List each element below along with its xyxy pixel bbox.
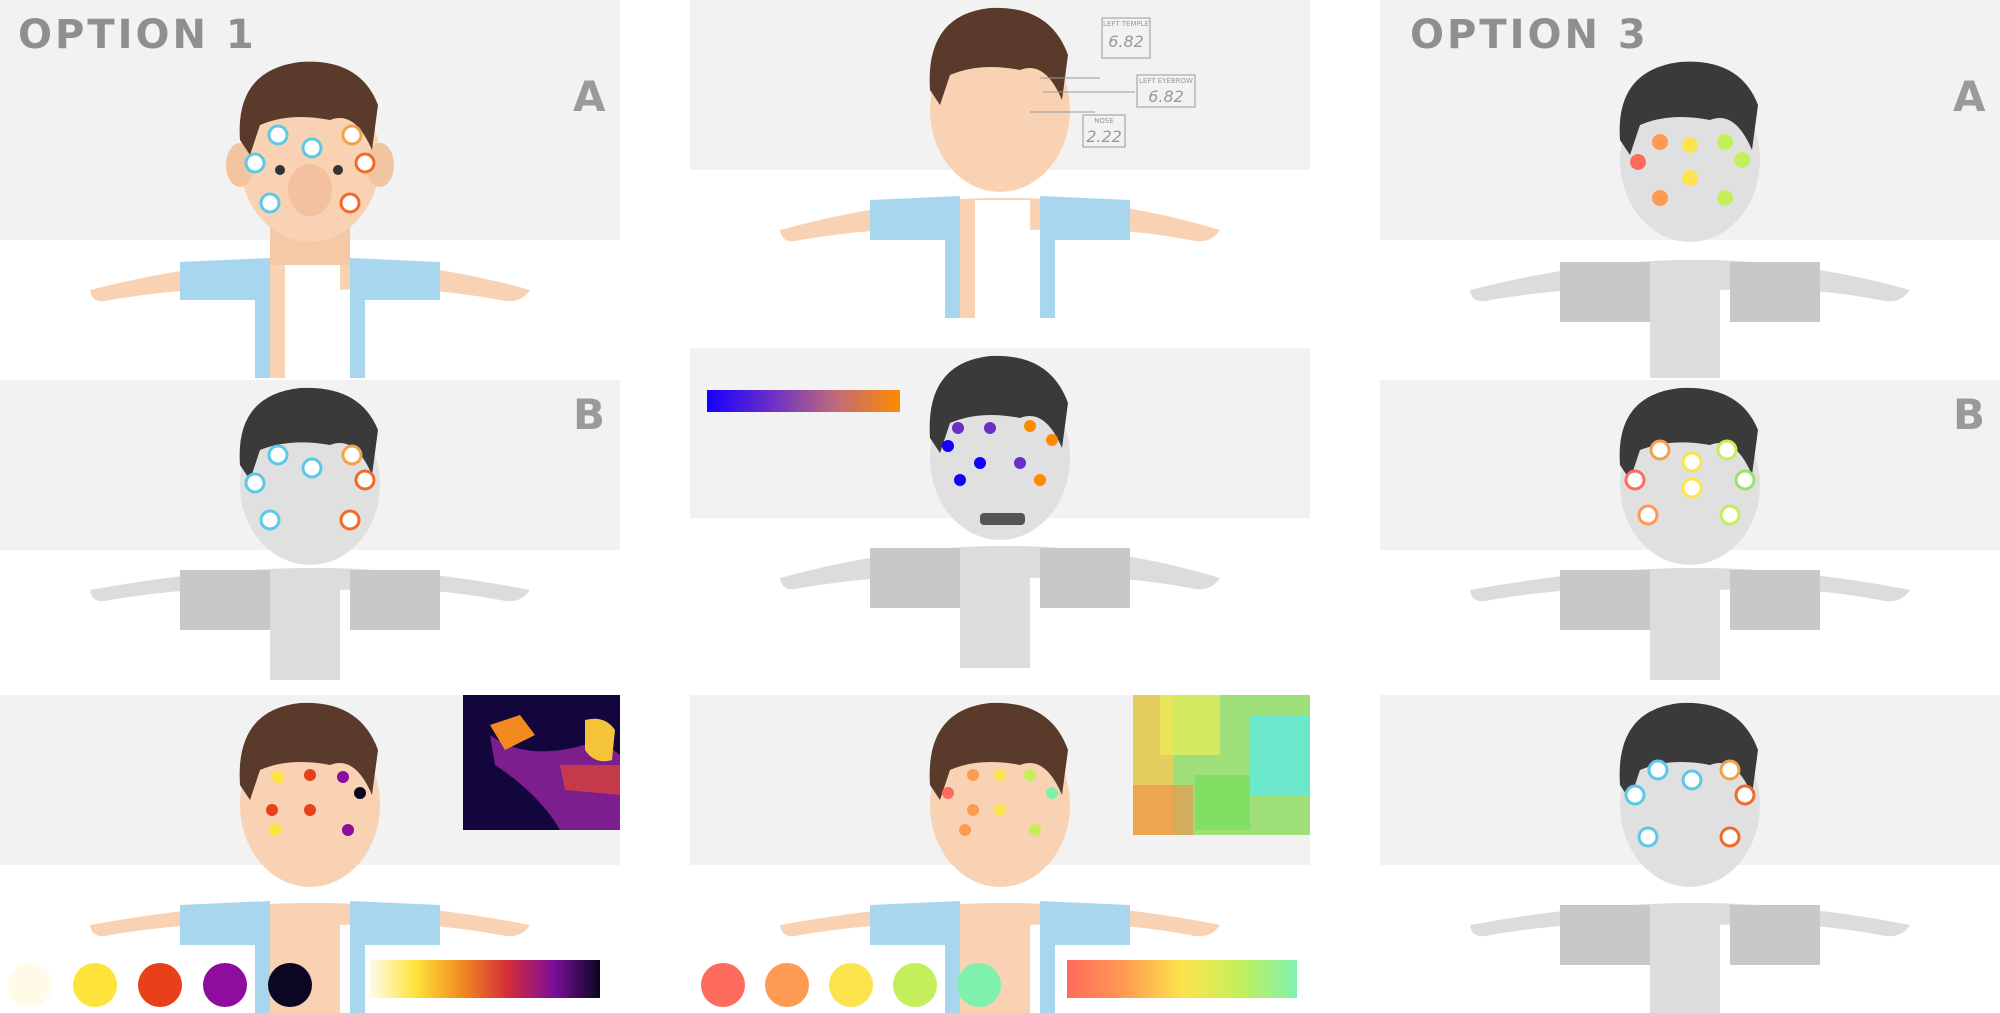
option1-panel-a: OPTION 1 A (0, 0, 620, 378)
swatch-1 (701, 963, 745, 1007)
variant-letter-b: B (573, 390, 606, 439)
blue-orange-gradient-bar (707, 390, 900, 412)
variant-letter-b: B (1953, 390, 1986, 439)
callout-label-eyebrow: LEFT EYEBROW (1139, 77, 1193, 85)
character-illustration (1380, 695, 2000, 1013)
swatch-2 (73, 963, 117, 1007)
swatch-5 (268, 963, 312, 1007)
option3-panel-b: B (1380, 380, 2000, 680)
option2-panel-top: LEFT TEMPLE 6.82 LEFT EYEBROW 6.82 NOSE … (690, 0, 1310, 318)
callout-label-temple: LEFT TEMPLE (1102, 20, 1149, 28)
option2-panel-bottom (690, 695, 1310, 1013)
callout-value-nose: 2.22 (1086, 127, 1122, 146)
swatch-5 (957, 963, 1001, 1007)
callout-value-temple: 6.82 (1108, 32, 1144, 51)
swatch-3 (138, 963, 182, 1007)
option2-panel-middle (690, 348, 1310, 668)
option3-title: OPTION 3 (1410, 12, 1649, 58)
variant-letter-a: A (1953, 72, 1986, 121)
spectrum-gradient-bar (1067, 960, 1297, 998)
option3-panel-a: OPTION 3 A (1380, 0, 2000, 378)
callout-label-nose: NOSE (1094, 117, 1114, 125)
swatch-1 (8, 963, 52, 1007)
swatch-4 (893, 963, 937, 1007)
option1-title: OPTION 1 (18, 12, 257, 58)
character-illustration (0, 380, 620, 680)
callout-value-eyebrow: 6.82 (1148, 87, 1184, 106)
character-illustration (1380, 380, 2000, 680)
option3-panel-c (1380, 695, 2000, 1013)
inferno-gradient-bar (370, 960, 600, 998)
swatch-2 (765, 963, 809, 1007)
thermal-image (463, 695, 620, 830)
character-illustration (690, 0, 1310, 318)
hexagon-heatmap (1133, 695, 1310, 835)
option1-panel-b: B (0, 380, 620, 680)
variant-letter-a: A (573, 72, 606, 121)
swatch-4 (203, 963, 247, 1007)
swatch-3 (829, 963, 873, 1007)
option1-panel-c (0, 695, 620, 1013)
